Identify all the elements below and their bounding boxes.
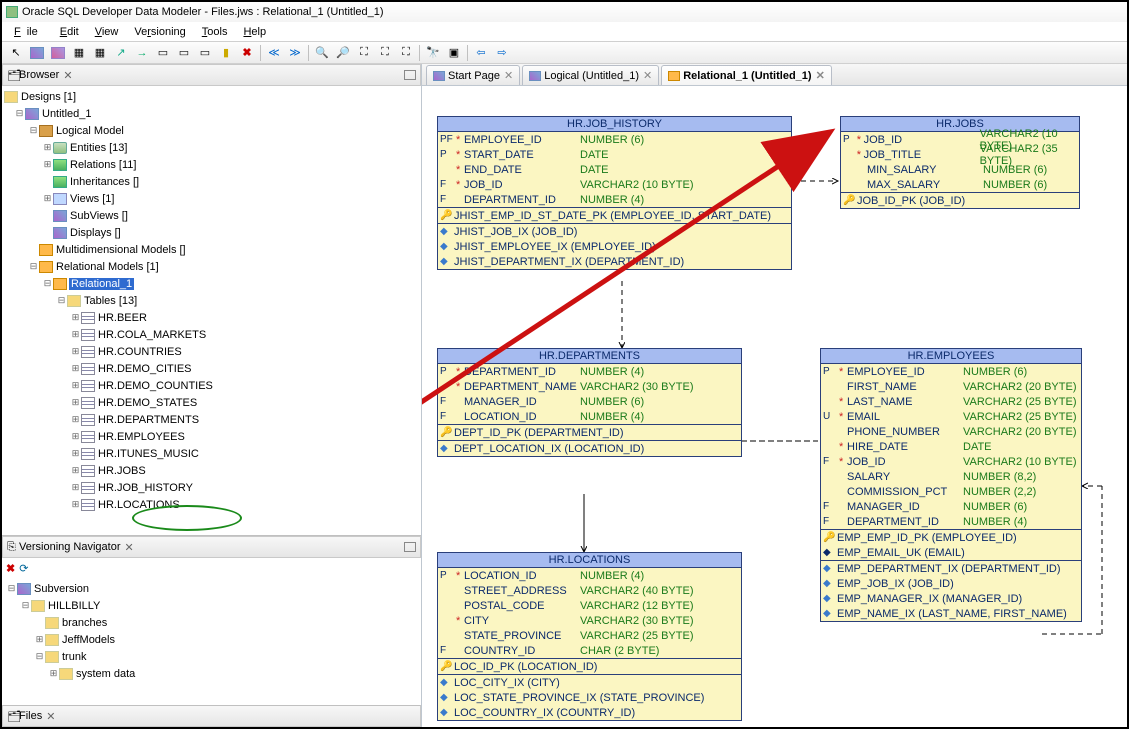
tree-table-item[interactable]: ⊞HR.DEMO_STATES — [2, 394, 421, 411]
tree-table-item[interactable]: ⊞HR.LOCATIONS — [2, 496, 421, 513]
tab-logical[interactable]: Logical (Untitled_1)✕ — [522, 65, 659, 85]
menu-edit[interactable]: Edit — [54, 26, 85, 38]
menu-view[interactable]: View — [89, 26, 125, 38]
tool-icon[interactable]: ▦ — [69, 44, 89, 62]
tree-table-item[interactable]: ⊞HR.COLA_MARKETS — [2, 326, 421, 343]
tree-table-item[interactable]: ⊞HR.DEMO_COUNTIES — [2, 377, 421, 394]
close-icon[interactable]: ✕ — [643, 69, 652, 82]
table-icon[interactable] — [27, 44, 47, 62]
menu-versioning[interactable]: Versioning — [128, 26, 191, 38]
menu-tools[interactable]: Tools — [196, 26, 234, 38]
tool-icon[interactable]: ▦ — [90, 44, 110, 62]
left-pane: 🗂 Browser ✕ Designs [1] ⊟Untitled_1 ⊟Log… — [2, 64, 422, 727]
versioning-panel: ⎘ Versioning Navigator ✕ ✖ ⟳ ⊟Subversion… — [2, 535, 421, 705]
arrow-left-icon[interactable]: ⇦ — [471, 44, 491, 62]
note-icon[interactable]: ▭ — [195, 44, 215, 62]
tab-relational[interactable]: Relational_1 (Untitled_1)✕ — [661, 65, 832, 85]
erd-employees[interactable]: HR.EMPLOYEESP*EMPLOYEE_IDNUMBER (6)FIRST… — [820, 348, 1082, 622]
versioning-tree[interactable]: ⊟Subversion ⊟HILLBILLY branches ⊞JeffMod… — [2, 578, 421, 705]
tree-table-item[interactable]: ⊞HR.DEPARTMENTS — [2, 411, 421, 428]
menu-bar[interactable]: File Edit View Versioning Tools Help — [2, 22, 1127, 42]
tab-start[interactable]: Start Page✕ — [426, 65, 520, 85]
versioning-head[interactable]: ⎘ Versioning Navigator ✕ — [2, 536, 421, 558]
find-icon[interactable]: 🔭 — [423, 44, 443, 62]
diagram-canvas[interactable]: HR.JOB_HISTORYPF*EMPLOYEE_IDNUMBER (6)P*… — [422, 86, 1127, 727]
files-tab[interactable]: 🗂Files✕ — [2, 705, 421, 727]
browser-panel-head[interactable]: 🗂 Browser ✕ — [2, 64, 421, 86]
toolbar: ↖ ▦ ▦ ↗ → ▭ ▭ ▭ ▮ ✖ ≪ ≫ 🔍 🔎 ⛶ ⛶ ⛶ 🔭 ▣ ⇦ … — [2, 42, 1127, 64]
tree-table-item[interactable]: ⊞HR.EMPLOYEES — [2, 428, 421, 445]
editor-tabs: Start Page✕ Logical (Untitled_1)✕ Relati… — [422, 64, 1127, 86]
zoom-in-icon[interactable]: 🔍 — [312, 44, 332, 62]
zoom-out-icon[interactable]: 🔎 — [333, 44, 353, 62]
fit-icon[interactable]: ⛶ — [354, 44, 374, 62]
tree-table-item[interactable]: ⊞HR.JOBS — [2, 462, 421, 479]
versioning-toolbar: ✖ ⟳ — [2, 558, 421, 578]
nav-first-icon[interactable]: ≪ — [264, 44, 284, 62]
tree-table-item[interactable]: ⊞HR.BEER — [2, 309, 421, 326]
fit-icon[interactable]: ⛶ — [396, 44, 416, 62]
window-title: Oracle SQL Developer Data Modeler - File… — [22, 6, 384, 18]
tree-table-item[interactable]: ⊞HR.DEMO_CITIES — [2, 360, 421, 377]
erd-job-history[interactable]: HR.JOB_HISTORYPF*EMPLOYEE_IDNUMBER (6)P*… — [437, 116, 792, 270]
erd-locations[interactable]: HR.LOCATIONSP*LOCATION_IDNUMBER (4)STREE… — [437, 552, 742, 721]
note-yellow-icon[interactable]: ▮ — [216, 44, 236, 62]
minimize-icon[interactable] — [404, 542, 416, 552]
menu-file[interactable]: File — [8, 26, 50, 38]
tree-table-item[interactable]: ⊞HR.JOB_HISTORY — [2, 479, 421, 496]
erd-jobs[interactable]: HR.JOBSP*JOB_IDVARCHAR2 (10 BYTE)*JOB_TI… — [840, 116, 1080, 209]
close-icon[interactable]: ✕ — [504, 69, 513, 82]
tree-table-item[interactable]: ⊞HR.ITUNES_MUSIC — [2, 445, 421, 462]
refresh-icon[interactable]: ⟳ — [19, 562, 28, 575]
link-icon[interactable]: ↗ — [111, 44, 131, 62]
pointer-icon[interactable]: ↖ — [6, 44, 26, 62]
right-pane: Start Page✕ Logical (Untitled_1)✕ Relati… — [422, 64, 1127, 727]
close-icon[interactable]: ✕ — [63, 69, 72, 82]
nav-last-icon[interactable]: ≫ — [285, 44, 305, 62]
minimize-icon[interactable] — [404, 70, 416, 80]
app-icon — [6, 6, 18, 18]
arrow-right-icon[interactable]: ⇨ — [492, 44, 512, 62]
link-icon[interactable]: → — [132, 44, 152, 62]
browser-title: Browser — [19, 69, 59, 81]
window-icon[interactable]: ▣ — [444, 44, 464, 62]
delete-icon[interactable]: ✖ — [237, 44, 257, 62]
note-icon[interactable]: ▭ — [153, 44, 173, 62]
erd-departments[interactable]: HR.DEPARTMENTSP*DEPARTMENT_IDNUMBER (4)*… — [437, 348, 742, 457]
close-icon[interactable]: ✕ — [125, 541, 134, 554]
browser-tree[interactable]: Designs [1] ⊟Untitled_1 ⊟Logical Model ⊞… — [2, 86, 421, 535]
fit-icon[interactable]: ⛶ — [375, 44, 395, 62]
note-icon[interactable]: ▭ — [174, 44, 194, 62]
delete-icon[interactable]: ✖ — [6, 562, 15, 575]
title-bar: Oracle SQL Developer Data Modeler - File… — [2, 2, 1127, 22]
menu-help[interactable]: Help — [237, 26, 272, 38]
view-icon[interactable] — [48, 44, 68, 62]
close-icon[interactable]: ✕ — [816, 69, 825, 82]
tree-table-item[interactable]: ⊞HR.COUNTRIES — [2, 343, 421, 360]
tree-relational-1[interactable]: ⊟Relational_1 — [2, 275, 421, 292]
